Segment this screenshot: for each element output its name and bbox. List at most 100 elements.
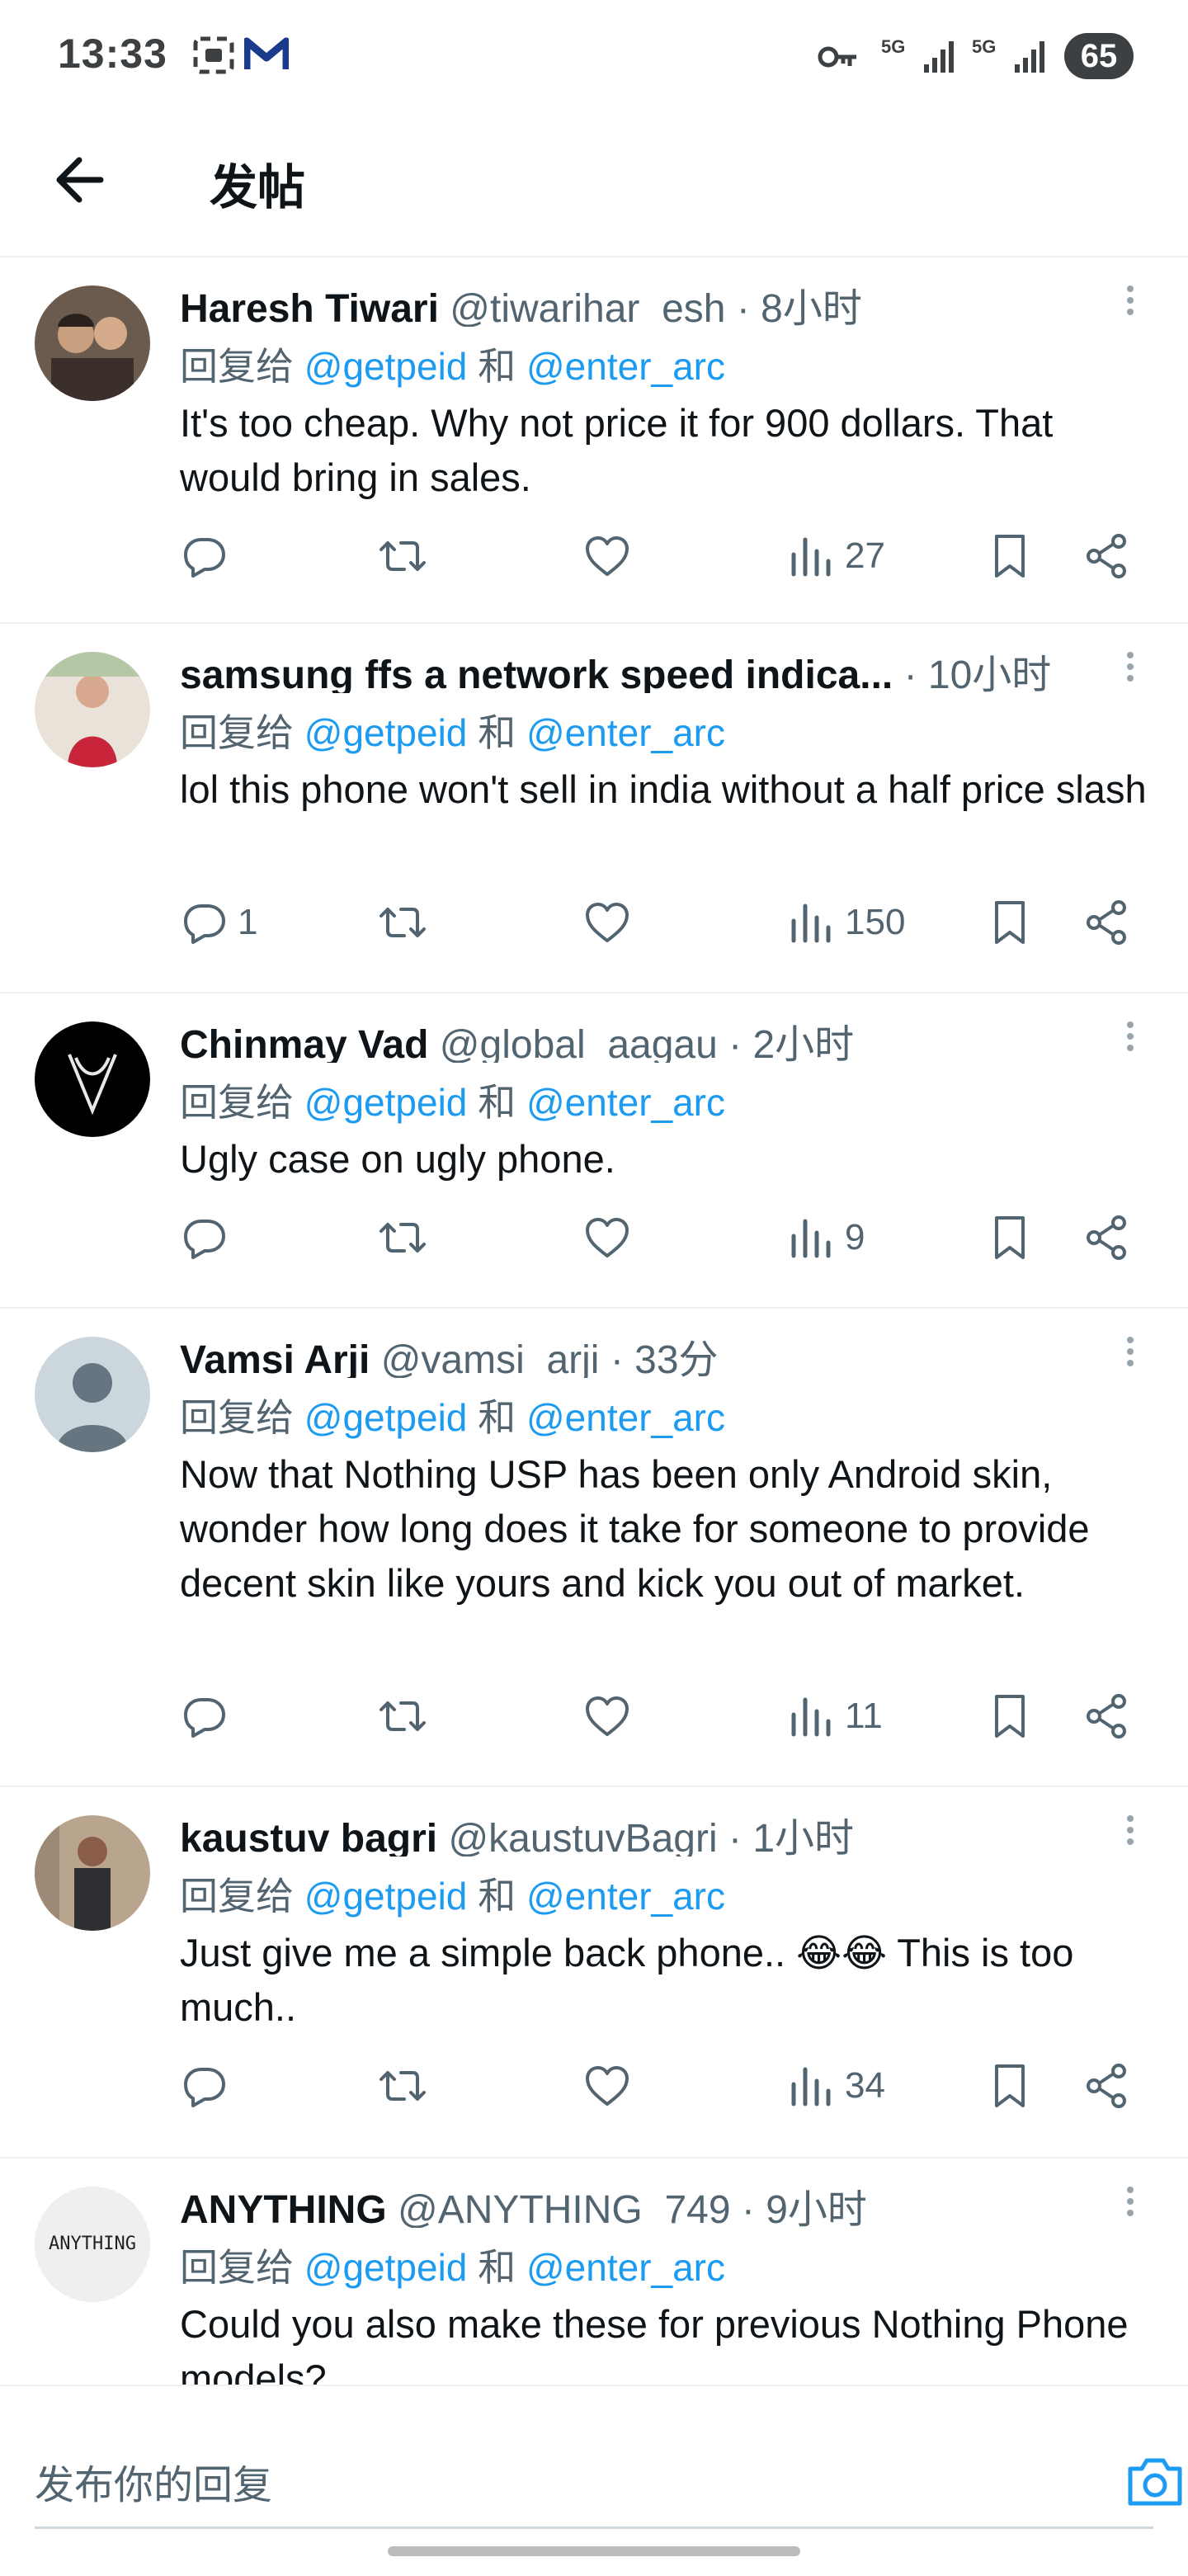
bookmark-icon <box>995 901 1025 944</box>
reply-tweet[interactable]: kaustuv bagri @kaustuvBagri · 1小时 回复给 @g… <box>0 1787 1188 2158</box>
views-button[interactable]: 11 <box>787 1683 883 1749</box>
reply-button[interactable] <box>180 1205 238 1271</box>
like-button[interactable] <box>582 2053 632 2119</box>
reply-button[interactable] <box>180 2053 238 2119</box>
heart-icon <box>586 1218 629 1257</box>
tweet-actions: 34 <box>180 2053 1153 2119</box>
avatar[interactable]: ANYTHING <box>35 2187 150 2302</box>
share-icon <box>1087 534 1126 578</box>
author-handle[interactable]: @vamsi_arji <box>381 1338 600 1378</box>
retweet-icon <box>380 1223 426 1253</box>
retweet-button[interactable] <box>378 2053 427 2119</box>
author-name[interactable]: kaustuv bagri <box>180 1817 437 1857</box>
replying-to-label: 回复给 <box>180 1081 304 1124</box>
network-type-2: 5G <box>972 36 997 57</box>
bookmark-button[interactable] <box>985 889 1035 955</box>
share-button[interactable] <box>1082 889 1132 955</box>
like-button[interactable] <box>582 889 632 955</box>
separator-dot: · <box>728 1817 753 1857</box>
retweet-button[interactable] <box>378 523 427 589</box>
author-handle[interactable]: @global_aagau <box>440 1023 718 1063</box>
bookmark-button[interactable] <box>985 523 1035 589</box>
more-options-icon[interactable] <box>1114 281 1147 327</box>
author-name[interactable]: samsung ffs a network speed indica... <box>180 653 893 693</box>
author-name[interactable]: Chinmay Vad <box>180 1023 428 1063</box>
avatar[interactable] <box>35 1337 150 1452</box>
mention-link[interactable]: @enter_arc <box>526 711 725 754</box>
bookmark-icon <box>995 1216 1025 1259</box>
reply-button[interactable]: 1 <box>180 889 257 955</box>
views-button[interactable]: 9 <box>787 1205 865 1271</box>
retweet-button[interactable] <box>378 1205 427 1271</box>
reply-icon <box>184 538 225 578</box>
reply-button[interactable] <box>180 1683 238 1749</box>
mention-link[interactable]: @enter_arc <box>526 2246 725 2289</box>
avatar[interactable] <box>35 285 150 401</box>
like-button[interactable] <box>582 523 632 589</box>
share-button[interactable] <box>1082 2053 1132 2119</box>
reply-tweet[interactable]: samsung ffs a network speed indica... · … <box>0 624 1188 993</box>
avatar[interactable] <box>35 1021 150 1137</box>
retweet-icon <box>380 908 426 937</box>
author-handle[interactable]: @tiwarihar_esh <box>450 287 725 327</box>
more-options-icon[interactable] <box>1114 1810 1147 1857</box>
mention-link[interactable]: @getpeid <box>304 1396 468 1439</box>
mention-link[interactable]: @getpeid <box>304 1875 468 1918</box>
author-name[interactable]: Haresh Tiwari <box>180 287 439 327</box>
retweet-icon <box>380 2071 426 2101</box>
author-name[interactable]: Vamsi Arji <box>180 1338 370 1378</box>
avatar[interactable] <box>35 652 150 767</box>
reply-input[interactable]: 发布你的回复 <box>35 2436 1182 2529</box>
share-button[interactable] <box>1082 523 1132 589</box>
mention-link[interactable]: @enter_arc <box>526 345 725 388</box>
bookmark-button[interactable] <box>985 2053 1035 2119</box>
reply-icon <box>184 904 225 944</box>
retweet-button[interactable] <box>378 889 427 955</box>
arrow-left-icon[interactable] <box>50 147 116 213</box>
mention-link[interactable]: @getpeid <box>304 2246 468 2289</box>
author-handle[interactable]: @ANYTHING_749 <box>398 2188 731 2228</box>
mention-link[interactable]: @getpeid <box>304 1081 468 1124</box>
views-button[interactable]: 150 <box>787 889 905 955</box>
home-indicator[interactable] <box>388 2546 800 2556</box>
views-count: 11 <box>845 1696 883 1736</box>
author-handle[interactable]: @kaustuvBagri <box>448 1817 717 1857</box>
more-options-icon[interactable] <box>1114 1332 1147 1378</box>
replying-to-label: 回复给 <box>180 711 304 754</box>
mail-app-icon <box>244 37 289 69</box>
more-options-icon[interactable] <box>1114 647 1147 693</box>
share-button[interactable] <box>1082 1683 1132 1749</box>
views-count: 9 <box>845 1217 865 1257</box>
mention-link[interactable]: @enter_arc <box>526 1081 725 1124</box>
avatar[interactable] <box>35 1815 150 1931</box>
mention-link[interactable]: @enter_arc <box>526 1875 725 1918</box>
reply-tweet[interactable]: Vamsi Arji @vamsi_arji · 33分 回复给 @getpei… <box>0 1309 1188 1787</box>
like-button[interactable] <box>582 1683 632 1749</box>
bookmark-button[interactable] <box>985 1205 1035 1271</box>
key-icon <box>818 46 856 68</box>
separator-dot: · <box>903 653 928 693</box>
more-options-icon[interactable] <box>1114 1017 1147 1063</box>
share-button[interactable] <box>1082 1205 1132 1271</box>
camera-icon[interactable] <box>1124 2451 1186 2513</box>
reply-tweet[interactable]: Chinmay Vad @global_aagau · 2小时 回复给 @get… <box>0 993 1188 1309</box>
views-button[interactable]: 27 <box>787 523 885 589</box>
tweet-text: lol this phone won't sell in india witho… <box>180 767 1147 811</box>
mention-link[interactable]: @getpeid <box>304 345 468 388</box>
reply-tweet[interactable]: Haresh Tiwari @tiwarihar_esh · 8小时 回复给 @… <box>0 257 1188 624</box>
separator-dot: · <box>728 1023 753 1063</box>
mention-link[interactable]: @getpeid <box>304 711 468 754</box>
page-header: 发帖 <box>0 124 1188 257</box>
views-button[interactable]: 34 <box>787 2053 885 2119</box>
heart-icon <box>586 536 629 576</box>
reply-button[interactable] <box>180 523 238 589</box>
bookmark-icon <box>995 2064 1025 2107</box>
replying-to-and: 和 <box>478 1081 526 1124</box>
retweet-button[interactable] <box>378 1683 427 1749</box>
page-title: 发帖 <box>210 161 306 215</box>
more-options-icon[interactable] <box>1114 2182 1147 2228</box>
author-name[interactable]: ANYTHING <box>180 2188 387 2228</box>
bookmark-button[interactable] <box>985 1683 1035 1749</box>
mention-link[interactable]: @enter_arc <box>526 1396 725 1439</box>
like-button[interactable] <box>582 1205 632 1271</box>
